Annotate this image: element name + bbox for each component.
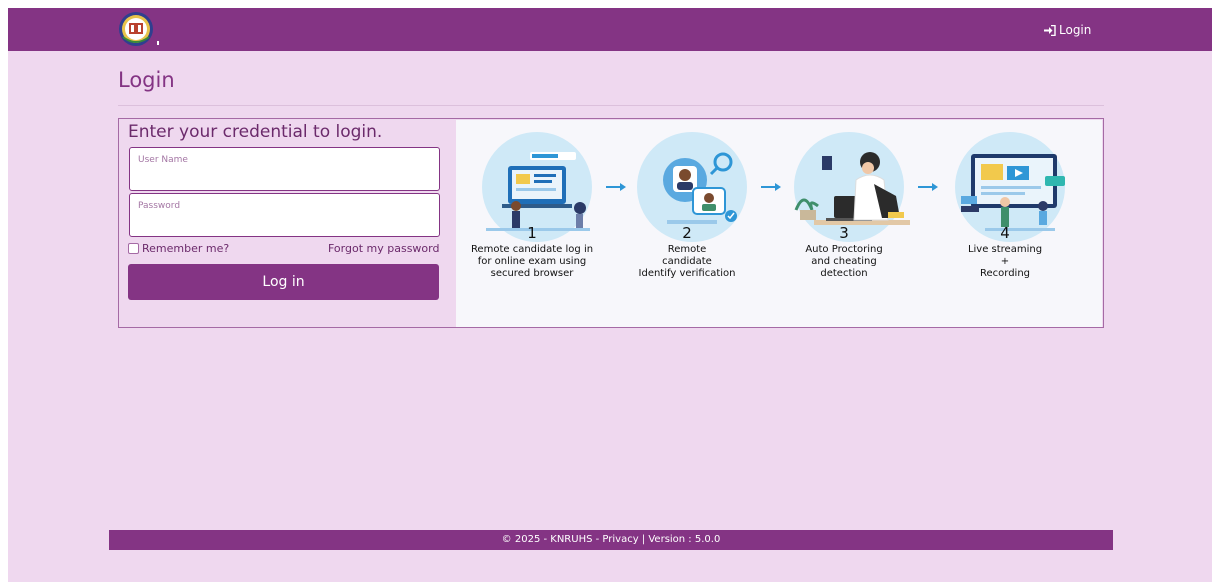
nav-login-label: Login: [1059, 23, 1092, 37]
login-heading: Enter your credential to login.: [128, 122, 383, 142]
password-label: Password: [138, 201, 181, 211]
remember-label: Remember me?: [142, 242, 230, 255]
footer-version: Version : 5.0.0: [648, 534, 721, 545]
step-1: 1 Remote candidate log in for online exa…: [456, 120, 608, 327]
username-input[interactable]: [137, 167, 432, 185]
proctoring-banner: 1 Remote candidate log in for online exa…: [456, 120, 1102, 327]
footer-privacy-link[interactable]: Privacy: [602, 534, 638, 545]
step-3-description: Auto Proctoring and cheating detection: [805, 244, 883, 279]
step-1-description: Remote candidate log in for online exam …: [470, 244, 594, 279]
username-label: User Name: [138, 155, 188, 165]
step-1-number: 1: [527, 224, 537, 242]
step-2-number: 2: [682, 224, 692, 242]
login-button[interactable]: Log in: [128, 264, 439, 300]
password-field[interactable]: Password: [129, 193, 440, 237]
step-4-description: Live streaming + Recording: [967, 244, 1043, 279]
step-2: 2 Remote candidate Identify verification: [611, 120, 763, 327]
step-4-number: 4: [1000, 224, 1010, 242]
step-3-number: 3: [839, 224, 849, 242]
step-2-description: Remote candidate Identify verification: [638, 244, 736, 279]
footer-copyright: © 2025 - KNRUHS -: [501, 534, 603, 545]
footer: © 2025 - KNRUHS - Privacy | Version : 5.…: [109, 530, 1113, 550]
login-card: Enter your credential to login. User Nam…: [118, 118, 1104, 328]
password-input[interactable]: [137, 213, 432, 231]
nav-login-link[interactable]: Login: [1044, 21, 1091, 39]
title-divider: [118, 105, 1104, 106]
page-title: Login: [118, 68, 175, 92]
sign-in-icon: [1044, 24, 1056, 36]
remember-checkbox[interactable]: [128, 243, 139, 254]
logo-mark: [157, 41, 159, 45]
page-frame: Login Login Enter your credential to log…: [8, 8, 1212, 582]
university-emblem-icon[interactable]: [118, 11, 154, 47]
remember-me[interactable]: Remember me?: [128, 242, 229, 255]
footer-separator: |: [638, 534, 649, 545]
step-4: 4 Live streaming + Recording: [929, 120, 1081, 327]
top-navbar: Login: [8, 8, 1212, 51]
forgot-password-link[interactable]: Forgot my password: [328, 242, 439, 255]
step-3: 3 Auto Proctoring and cheating detection: [768, 120, 920, 327]
username-field[interactable]: User Name: [129, 147, 440, 191]
